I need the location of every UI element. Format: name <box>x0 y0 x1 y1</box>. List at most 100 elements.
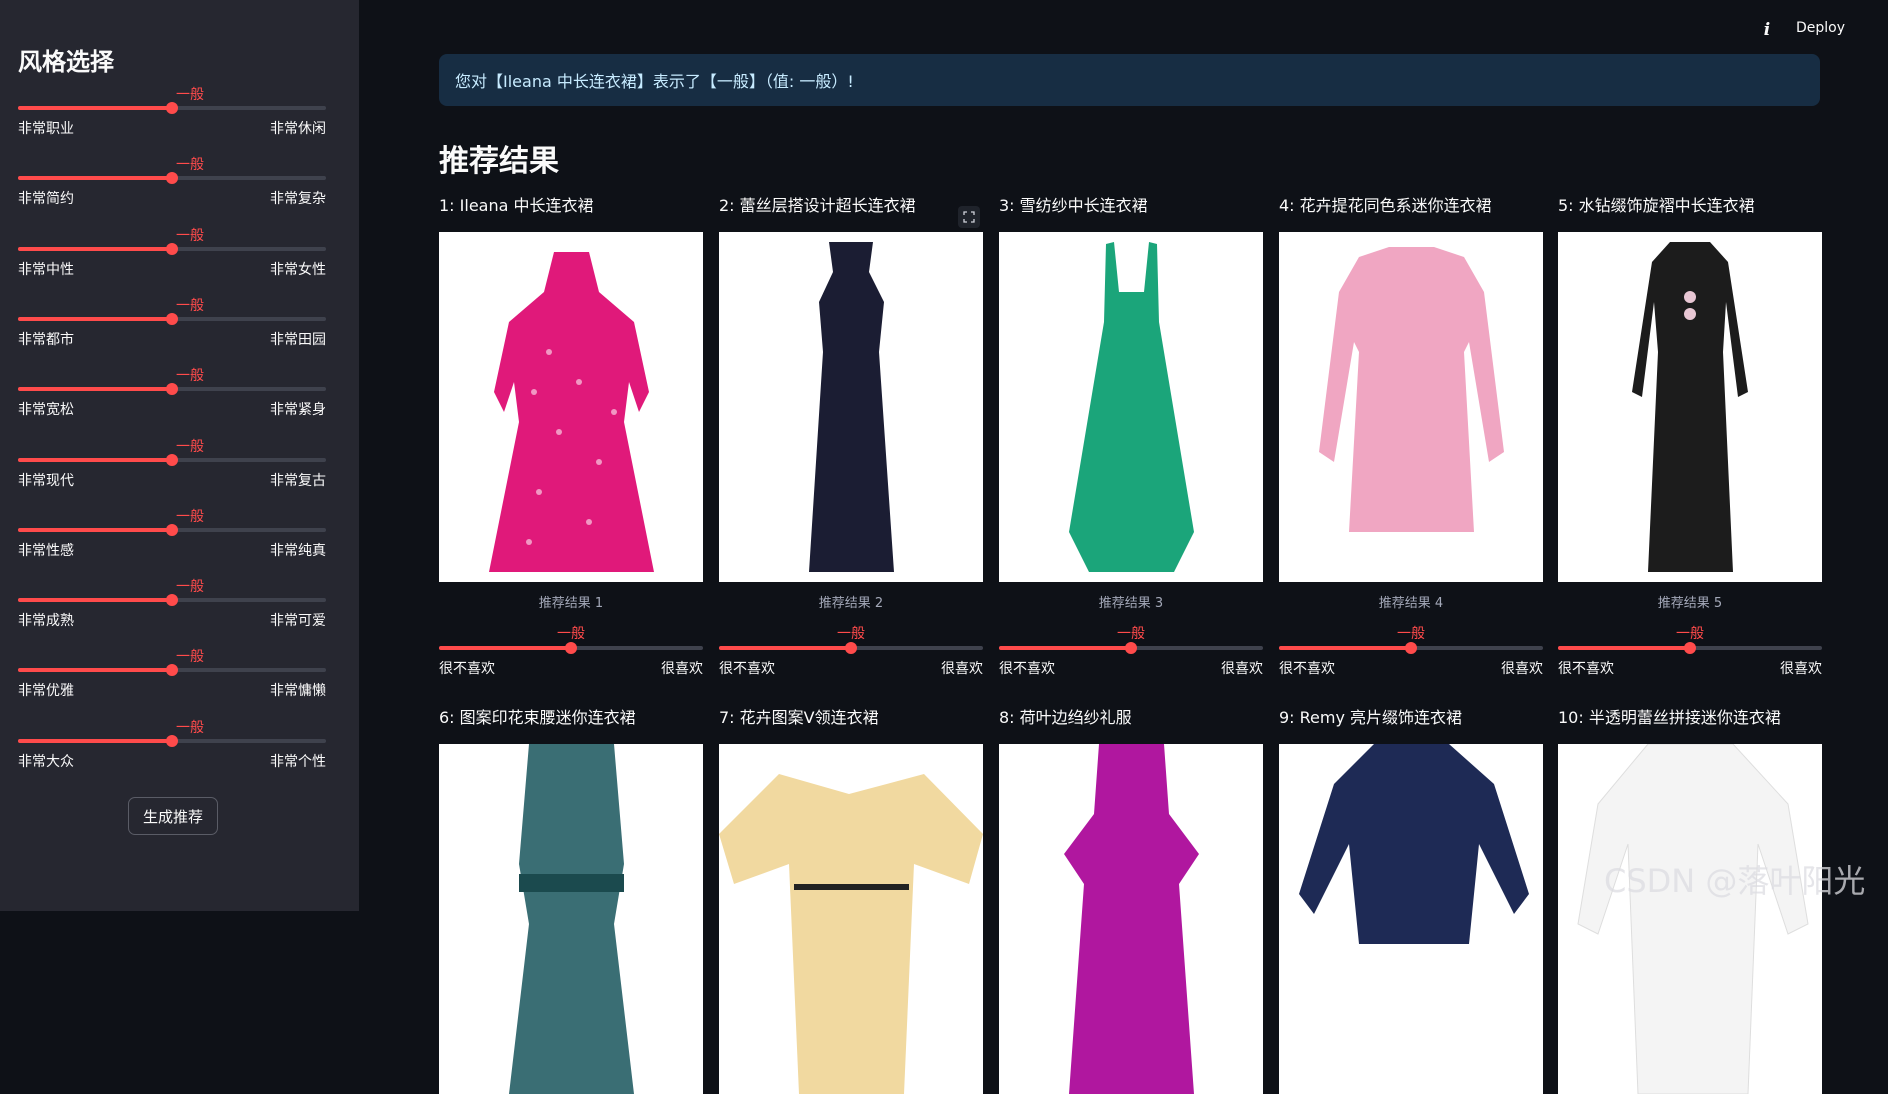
slider-thumb[interactable] <box>166 734 178 747</box>
style-slider[interactable]: 一般非常简约 非常复杂 <box>18 154 326 214</box>
sidebar: 风格选择 一般 非常职业 非常休闲 一般 非常简约 非常复杂 一般 非常中性 非常女性 一般 非常都… <box>0 0 359 911</box>
slider-fill <box>999 646 1131 650</box>
slider-thumb[interactable] <box>166 453 178 466</box>
dress-image <box>489 252 654 572</box>
slider-max-label: 非常可爱 <box>270 613 326 630</box>
item-name: 5: 水钻缀饰旋褶中长连衣裙 <box>1558 196 1755 215</box>
slider-fill <box>1558 646 1690 650</box>
rating-slider[interactable] <box>439 642 703 654</box>
slider-thumb[interactable] <box>1125 642 1137 654</box>
slider-thumb[interactable] <box>1405 642 1417 654</box>
slider-max-label: 非常女性 <box>270 261 326 278</box>
slider-thumb[interactable] <box>166 594 178 607</box>
slider-thumb[interactable] <box>1684 642 1696 654</box>
item-caption: 推荐结果 2 <box>818 596 884 611</box>
slider-fill <box>18 387 172 392</box>
rating-slider[interactable] <box>719 642 983 654</box>
slider-track[interactable] <box>18 102 326 114</box>
rating-max-label: 很喜欢 <box>1221 661 1263 677</box>
fullscreen-icon[interactable] <box>958 206 980 228</box>
rating-slider[interactable] <box>1279 642 1543 654</box>
slider-max-label: 非常个性 <box>270 753 326 770</box>
slider-thumb[interactable] <box>845 642 857 654</box>
slider-value: 一般 <box>176 579 204 596</box>
info-icon[interactable]: i <box>1758 20 1776 42</box>
slider-value: 一般 <box>176 508 204 525</box>
slider-track[interactable] <box>18 453 326 466</box>
slider-min-label: 非常宽松 <box>18 402 74 419</box>
item-caption: 推荐结果 1 <box>538 596 604 611</box>
rating-max-label: 很喜欢 <box>1780 661 1822 677</box>
slider-thumb[interactable] <box>166 102 178 114</box>
style-slider[interactable]: 一般 非常职业 非常休闲 <box>18 84 326 144</box>
slider-max-label: 非常休闲 <box>270 121 326 137</box>
dress-image <box>1319 247 1504 532</box>
style-slider[interactable]: 一般 非常都市 非常田园 <box>18 295 326 355</box>
slider-thumb[interactable] <box>166 242 178 255</box>
style-slider[interactable]: 一般非常中性 非常女性 <box>18 225 326 285</box>
rating-value: 一般 <box>1397 626 1425 642</box>
slider-value: 一般 <box>176 157 204 174</box>
slider-thumb[interactable] <box>166 383 178 396</box>
item-caption: 推荐结果 3 <box>1098 596 1164 611</box>
slider-thumb[interactable] <box>565 642 577 654</box>
item-name: 7: 花卉图案V领连衣裙 <box>719 708 879 727</box>
item-image <box>1558 744 1822 1094</box>
slider-track[interactable] <box>18 523 326 536</box>
rating-slider[interactable] <box>1558 642 1822 654</box>
rating-value: 一般 <box>557 626 585 642</box>
style-slider[interactable]: 一般 非常性感 非常纯真 <box>18 506 326 566</box>
slider-track[interactable] <box>18 172 326 185</box>
item-image <box>719 744 983 1094</box>
slider-track[interactable] <box>18 242 326 255</box>
slider-track[interactable] <box>18 594 326 607</box>
slider-thumb[interactable] <box>166 172 178 185</box>
slider-min-label: 非常性感 <box>18 542 74 559</box>
style-slider[interactable]: 一般非常成熟 非常可爱 <box>18 576 326 636</box>
deploy-button[interactable]: Deploy <box>1796 20 1845 36</box>
slider-track[interactable] <box>18 312 326 325</box>
item-name: 8: 荷叶边绉纱礼服 <box>999 708 1132 727</box>
style-slider[interactable]: 一般 非常宽松 非常紧身 <box>18 365 326 425</box>
slider-min-label: 非常简约 <box>18 191 74 208</box>
item-image <box>1279 232 1543 582</box>
rating-value: 一般 <box>1117 626 1145 642</box>
item-caption: 推荐结果 5 <box>1657 596 1723 611</box>
slider-min-label: 非常中性 <box>18 261 74 278</box>
style-slider[interactable]: 一般 非常现代 非常复古 <box>18 436 326 496</box>
rating-max-label: 很喜欢 <box>1501 661 1543 677</box>
dress-image <box>1064 744 1199 1094</box>
slider-thumb[interactable] <box>166 523 178 536</box>
slider-track[interactable] <box>18 383 326 396</box>
slider-value: 一般 <box>176 87 204 103</box>
slider-value: 一般 <box>176 297 204 314</box>
generate-recommendation-button[interactable]: 生成推荐 <box>128 797 218 835</box>
slider-fill <box>439 646 571 650</box>
results-title: 推荐结果 <box>439 144 559 179</box>
slider-value: 一般 <box>176 227 204 244</box>
slider-fill <box>18 106 172 110</box>
slider-track[interactable] <box>18 734 326 747</box>
rating-slider[interactable] <box>999 642 1263 654</box>
info-alert: 您对【Ileana 中长连衣裙】表示了【一般】（值: 一般）! <box>439 54 1820 106</box>
slider-min-label: 非常现代 <box>18 472 74 489</box>
style-slider[interactable]: 一般 非常优雅 非常慵懒 <box>18 646 326 706</box>
rating-min-label: 很不喜欢 <box>1558 661 1614 677</box>
item-image <box>999 744 1263 1094</box>
expand-icon <box>963 211 975 223</box>
slider-thumb[interactable] <box>166 312 178 325</box>
style-slider[interactable]: 一般 非常大众 非常个性 <box>18 717 326 777</box>
slider-min-label: 非常优雅 <box>18 683 74 700</box>
alert-text: 您对【Ileana 中长连衣裙】表示了【一般】（值: 一般）! <box>455 72 854 91</box>
slider-min-label: 非常成熟 <box>18 613 74 630</box>
slider-fill <box>18 527 172 532</box>
slider-fill <box>18 316 172 321</box>
slider-fill <box>18 457 172 462</box>
sidebar-title: 风格选择 <box>18 48 114 76</box>
item-caption: 推荐结果 4 <box>1378 596 1444 611</box>
slider-track[interactable] <box>18 664 326 677</box>
rating-value: 一般 <box>1676 626 1704 642</box>
slider-max-label: 非常复杂 <box>270 191 326 208</box>
slider-max-label: 非常慵懒 <box>270 683 326 700</box>
slider-thumb[interactable] <box>166 664 178 677</box>
